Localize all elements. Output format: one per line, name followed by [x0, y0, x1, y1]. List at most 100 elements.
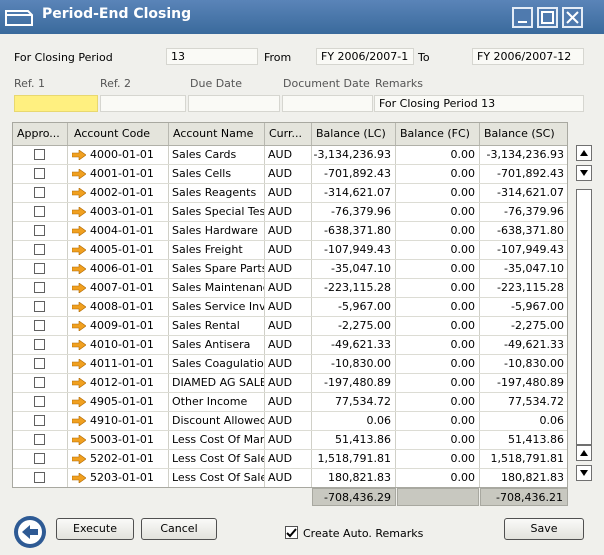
ref2-input[interactable] — [100, 95, 186, 112]
link-arrow-icon[interactable] — [72, 359, 86, 369]
approve-checkbox[interactable] — [34, 225, 45, 236]
account-code-cell[interactable]: 4010-01-01 — [68, 336, 169, 354]
approve-checkbox[interactable] — [34, 168, 45, 179]
due-date-input[interactable] — [188, 95, 280, 112]
title-bar[interactable]: Period-End Closing — [0, 0, 604, 34]
col-currency[interactable]: Curr... — [265, 123, 312, 145]
table-row[interactable]: 4008-01-01 Sales Service Inv AUD -5,967.00 0… — [13, 298, 567, 317]
approve-checkbox[interactable] — [34, 301, 45, 312]
table-row[interactable]: 4009-01-01 Sales Rental AUD -2,275.00 0.00 -2… — [13, 317, 567, 336]
table-row[interactable]: 4011-01-01 Sales Coagulation AUD -10,830.00… — [13, 355, 567, 374]
approve-checkbox[interactable] — [34, 244, 45, 255]
account-code-cell[interactable]: 4905-01-01 — [68, 393, 169, 411]
account-code-cell[interactable]: 4003-01-01 — [68, 203, 169, 221]
col-balance-lc[interactable]: Balance (LC) — [312, 123, 396, 145]
link-arrow-icon[interactable] — [72, 454, 86, 464]
ref1-input[interactable] — [14, 95, 98, 112]
to-field[interactable]: FY 2006/2007-12 — [472, 48, 584, 65]
link-arrow-icon[interactable] — [72, 473, 86, 483]
save-button[interactable]: Save — [504, 518, 584, 540]
link-arrow-icon[interactable] — [72, 283, 86, 293]
approve-checkbox[interactable] — [34, 263, 45, 274]
approve-checkbox[interactable] — [34, 434, 45, 445]
table-row[interactable]: 5203-01-01 Less Cost Of Sales AUD 180,821.8… — [13, 469, 567, 487]
scroll-up-button[interactable] — [576, 165, 592, 181]
table-row[interactable]: 4003-01-01 Sales Special Test AUD -76,379.9… — [13, 203, 567, 222]
col-account-name[interactable]: Account Name — [169, 123, 265, 145]
scroll-bottom-button[interactable] — [576, 465, 592, 481]
account-code-cell[interactable]: 4910-01-01 — [68, 412, 169, 430]
account-code-cell[interactable]: 4009-01-01 — [68, 317, 169, 335]
execute-button[interactable]: Execute — [56, 518, 134, 540]
cancel-button[interactable]: Cancel — [141, 518, 217, 540]
table-row[interactable]: 4005-01-01 Sales Freight AUD -107,949.43 0.0… — [13, 241, 567, 260]
account-code-cell[interactable]: 4004-01-01 — [68, 222, 169, 240]
approve-checkbox[interactable] — [34, 320, 45, 331]
approve-checkbox[interactable] — [34, 415, 45, 426]
link-arrow-icon[interactable] — [72, 302, 86, 312]
link-arrow-icon[interactable] — [72, 340, 86, 350]
account-code-cell[interactable]: 4002-01-01 — [68, 184, 169, 202]
account-code-cell[interactable]: 5003-01-01 — [68, 431, 169, 449]
table-row[interactable]: 4002-01-01 Sales Reagents AUD -314,621.07 0.… — [13, 184, 567, 203]
table-row[interactable]: 4012-01-01 DIAMED AG SALE AUD -197,480.89 0.… — [13, 374, 567, 393]
table-row[interactable]: 4004-01-01 Sales Hardware AUD -638,371.80 0.… — [13, 222, 567, 241]
link-arrow-icon[interactable] — [72, 207, 86, 217]
create-auto-remarks-checkbox[interactable] — [285, 526, 298, 539]
link-arrow-icon[interactable] — [72, 150, 86, 160]
approve-checkbox[interactable] — [34, 206, 45, 217]
remarks-input[interactable]: For Closing Period 13 — [374, 95, 584, 112]
link-arrow-icon[interactable] — [72, 264, 86, 274]
account-code-cell[interactable]: 5203-01-01 — [68, 469, 169, 487]
back-button[interactable] — [14, 516, 46, 548]
link-arrow-icon[interactable] — [72, 435, 86, 445]
approve-checkbox[interactable] — [34, 453, 45, 464]
close-button[interactable] — [562, 7, 583, 28]
link-arrow-icon[interactable] — [72, 321, 86, 331]
approve-checkbox[interactable] — [34, 472, 45, 483]
account-code-cell[interactable]: 4001-01-01 — [68, 165, 169, 183]
table-row[interactable]: 4001-01-01 Sales Cells AUD -701,892.43 0.00-… — [13, 165, 567, 184]
link-arrow-icon[interactable] — [72, 226, 86, 236]
table-row[interactable]: 5202-01-01 Less Cost Of Sales AUD 1,518,791… — [13, 450, 567, 469]
account-code-cell[interactable]: 4012-01-01 — [68, 374, 169, 392]
table-row[interactable]: 4010-01-01 Sales Antisera AUD -49,621.33 0.0… — [13, 336, 567, 355]
table-row[interactable]: 4910-01-01 Discount Allowed AUD 0.06 0.00 0.0… — [13, 412, 567, 431]
scroll-top-button[interactable] — [576, 145, 592, 161]
scroll-down-button[interactable] — [576, 445, 592, 461]
create-auto-remarks-label[interactable]: Create Auto. Remarks — [303, 527, 423, 540]
approve-checkbox[interactable] — [34, 187, 45, 198]
minimize-button[interactable] — [512, 7, 533, 28]
table-row[interactable]: 4000-01-01 Sales Cards AUD -3,134,236.93 0.0… — [13, 146, 567, 165]
maximize-button[interactable] — [537, 7, 558, 28]
link-arrow-icon[interactable] — [72, 397, 86, 407]
table-row[interactable]: 4007-01-01Sales MaintenanceAUD-223,115.2… — [13, 279, 567, 298]
approve-checkbox[interactable] — [34, 396, 45, 407]
approve-checkbox[interactable] — [34, 339, 45, 350]
from-field[interactable]: FY 2006/2007-1 — [316, 48, 414, 65]
account-code-cell[interactable]: 4008-01-01 — [68, 298, 169, 316]
scroll-thumb[interactable] — [576, 189, 592, 445]
col-approve[interactable]: Appro... — [13, 123, 68, 145]
account-code-cell[interactable]: 4011-01-01 — [68, 355, 169, 373]
account-code-cell[interactable]: 4005-01-01 — [68, 241, 169, 259]
approve-checkbox[interactable] — [34, 149, 45, 160]
col-balance-fc[interactable]: Balance (FC) — [396, 123, 480, 145]
link-arrow-icon[interactable] — [72, 378, 86, 388]
account-code-cell[interactable]: 4000-01-01 — [68, 146, 169, 164]
account-code-cell[interactable]: 5202-01-01 — [68, 450, 169, 468]
table-row[interactable]: 5003-01-01 Less Cost Of Manu AUD 51,413.86 0… — [13, 431, 567, 450]
closing-period-field[interactable]: 13 — [166, 48, 258, 65]
vertical-scrollbar[interactable] — [576, 145, 592, 485]
col-balance-sc[interactable]: Balance (SC) — [480, 123, 567, 145]
account-code-cell[interactable]: 4006-01-01 — [68, 260, 169, 278]
link-arrow-icon[interactable] — [72, 188, 86, 198]
approve-checkbox[interactable] — [34, 358, 45, 369]
col-account-code[interactable]: Account Code — [68, 123, 169, 145]
link-arrow-icon[interactable] — [72, 169, 86, 179]
table-row[interactable]: 4905-01-01 Other Income AUD 77,534.72 0.00 77… — [13, 393, 567, 412]
link-arrow-icon[interactable] — [72, 416, 86, 426]
document-date-input[interactable] — [282, 95, 373, 112]
approve-checkbox[interactable] — [34, 282, 45, 293]
account-code-cell[interactable]: 4007-01-01 — [68, 279, 169, 297]
